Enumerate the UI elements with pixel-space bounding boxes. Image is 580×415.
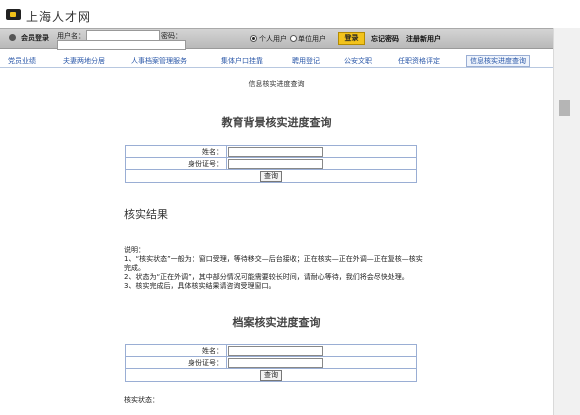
site-header: 上海人才网 — [0, 0, 580, 28]
education-query-form: 姓名： 身份证号： 查询 — [125, 145, 417, 183]
service-nav: 党员业绩 夫妻两地分居 人事档案管理服务 集体户口挂靠 聘用登记 公安文职 任职… — [0, 55, 553, 68]
register-link[interactable]: 注册新用户 — [406, 34, 441, 44]
archive-name-input[interactable] — [228, 345, 323, 356]
page-scrollbar[interactable] — [553, 28, 580, 415]
username-input-lower[interactable] — [57, 40, 186, 50]
result-title: 核实结果 — [124, 208, 168, 221]
education-id-input[interactable] — [228, 158, 323, 169]
site-name: 上海人才网 — [26, 10, 92, 24]
login-button[interactable]: 登录 — [338, 32, 365, 45]
notes: 说明： 1、“核实状态”一般为：窗口受理，等待移交—后台接收；正在核实—正在外调… — [124, 246, 424, 291]
unit-user-radio[interactable] — [290, 35, 297, 42]
nav-item-police-civil[interactable]: 公安文职 — [344, 56, 372, 66]
password-label: 密码： — [161, 32, 182, 40]
member-icon — [9, 34, 16, 41]
nav-item-employment[interactable]: 聘用登记 — [292, 56, 320, 66]
personal-user-radio[interactable] — [250, 35, 257, 42]
nav-item-verification-progress[interactable]: 信息核实进度查询 — [466, 55, 530, 67]
archive-section-title: 档案核实进度查询 — [232, 316, 321, 329]
archive-query-button[interactable]: 查询 — [260, 369, 282, 381]
name-label: 姓名： — [125, 344, 227, 357]
scrollbar-thumb[interactable] — [559, 100, 570, 116]
nav-item-qualification[interactable]: 任职资格评定 — [398, 56, 440, 66]
education-query-button[interactable]: 查询 — [260, 170, 282, 182]
name-label: 姓名： — [125, 145, 227, 158]
note-item: 1、“核实状态”一般为：窗口受理，等待移交—后台接收；正在核实—正在外调—正在复… — [124, 255, 423, 272]
unit-user-label: 单位用户 — [298, 35, 326, 43]
nav-item-household[interactable]: 集体户口挂靠 — [221, 56, 263, 66]
archive-id-input[interactable] — [228, 357, 323, 368]
nav-item-spouse[interactable]: 夫妻两地分居 — [63, 56, 105, 66]
page-subtitle: 信息核实进度查询 — [248, 80, 305, 88]
nav-item-archive-service[interactable]: 人事档案管理服务 — [131, 56, 187, 66]
forgot-password-link[interactable]: 忘记密码 — [371, 34, 399, 44]
archive-query-form: 姓名： 身份证号： 查询 — [125, 344, 417, 382]
member-login-label: 会员登录 — [21, 34, 49, 42]
education-name-input[interactable] — [228, 146, 323, 157]
note-item: 3、核实完成后，具体核实结果请咨询受理窗口。 — [124, 282, 276, 290]
login-bar: 会员登录 用户名： 密码： 个人用户 单位用户 登录 忘记密码 注册新用户 — [0, 28, 553, 50]
education-section-title: 教育背景核实进度查询 — [221, 116, 332, 129]
notes-heading: 说明： — [124, 246, 145, 254]
logo-icon — [6, 9, 21, 20]
personal-user-label: 个人用户 — [259, 35, 287, 43]
id-label: 身份证号： — [125, 157, 227, 170]
id-label: 身份证号： — [125, 356, 227, 369]
note-item: 2、状态为“正在外调”，其中部分情况可能需要较长时间，请耐心等待，我们将会尽快处… — [124, 273, 409, 281]
verification-status-label: 核实状态： — [124, 396, 159, 404]
nav-item-party[interactable]: 党员业绩 — [8, 56, 36, 66]
